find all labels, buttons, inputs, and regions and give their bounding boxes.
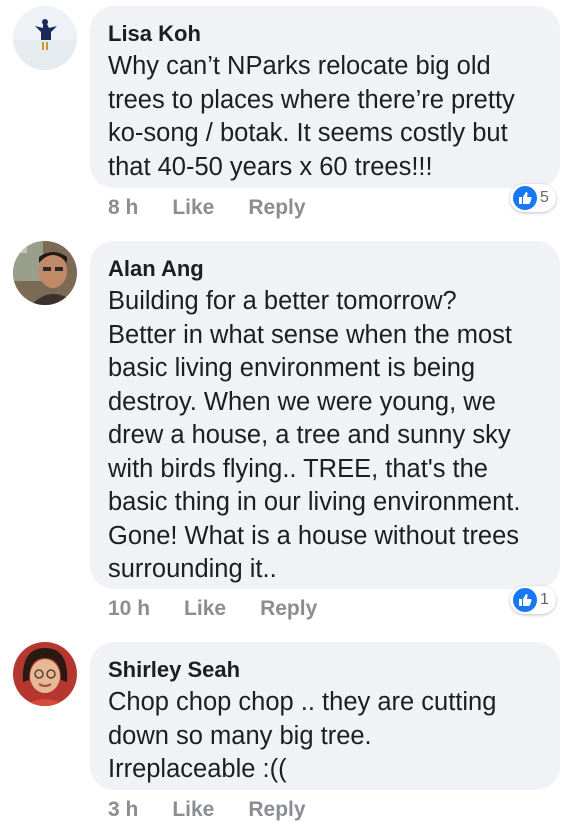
comment-author[interactable]: Lisa Koh	[108, 20, 542, 48]
reaction-badge[interactable]: 5	[510, 184, 556, 212]
comment-text: Chop chop chop .. they are cutting down …	[108, 688, 497, 783]
user-avatar-man-photo-icon	[13, 241, 77, 305]
timestamp[interactable]: 3 h	[108, 798, 138, 822]
comment-bubble: Shirley Seah Chop chop chop .. they are …	[90, 642, 560, 790]
reaction-count: 1	[540, 591, 549, 608]
comment-actions: 10 h Like Reply	[108, 597, 317, 621]
avatar[interactable]	[13, 642, 77, 706]
comment-actions: 3 h Like Reply	[108, 798, 306, 822]
user-avatar-woman-photo-icon	[13, 642, 77, 706]
timestamp[interactable]: 10 h	[108, 597, 150, 621]
reply-button[interactable]: Reply	[260, 597, 317, 621]
timestamp[interactable]: 8 h	[108, 196, 138, 220]
comment-bubble: Lisa Koh Why can’t NParks relocate big o…	[90, 6, 560, 188]
comment-text: Building for a better tomorrow? Better i…	[108, 287, 521, 583]
reaction-count: 5	[540, 189, 549, 206]
avatar[interactable]	[13, 6, 77, 70]
reply-button[interactable]: Reply	[248, 798, 305, 822]
thumbs-up-icon	[513, 588, 537, 612]
comment-text: Why can’t NParks relocate big old trees …	[108, 52, 515, 181]
like-button[interactable]: Like	[172, 798, 214, 822]
avatar[interactable]	[13, 241, 77, 305]
like-button[interactable]: Like	[172, 196, 214, 220]
reaction-badge[interactable]: 1	[510, 586, 556, 614]
comment-author[interactable]: Alan Ang	[108, 255, 542, 283]
reply-button[interactable]: Reply	[248, 196, 305, 220]
thumbs-up-icon	[513, 186, 537, 210]
like-button[interactable]: Like	[184, 597, 226, 621]
comment-author[interactable]: Shirley Seah	[108, 656, 542, 684]
comment-bubble: Alan Ang Building for a better tomorrow?…	[90, 241, 560, 589]
user-avatar-snow-figure-icon	[13, 6, 77, 70]
comment-actions: 8 h Like Reply	[108, 196, 306, 220]
